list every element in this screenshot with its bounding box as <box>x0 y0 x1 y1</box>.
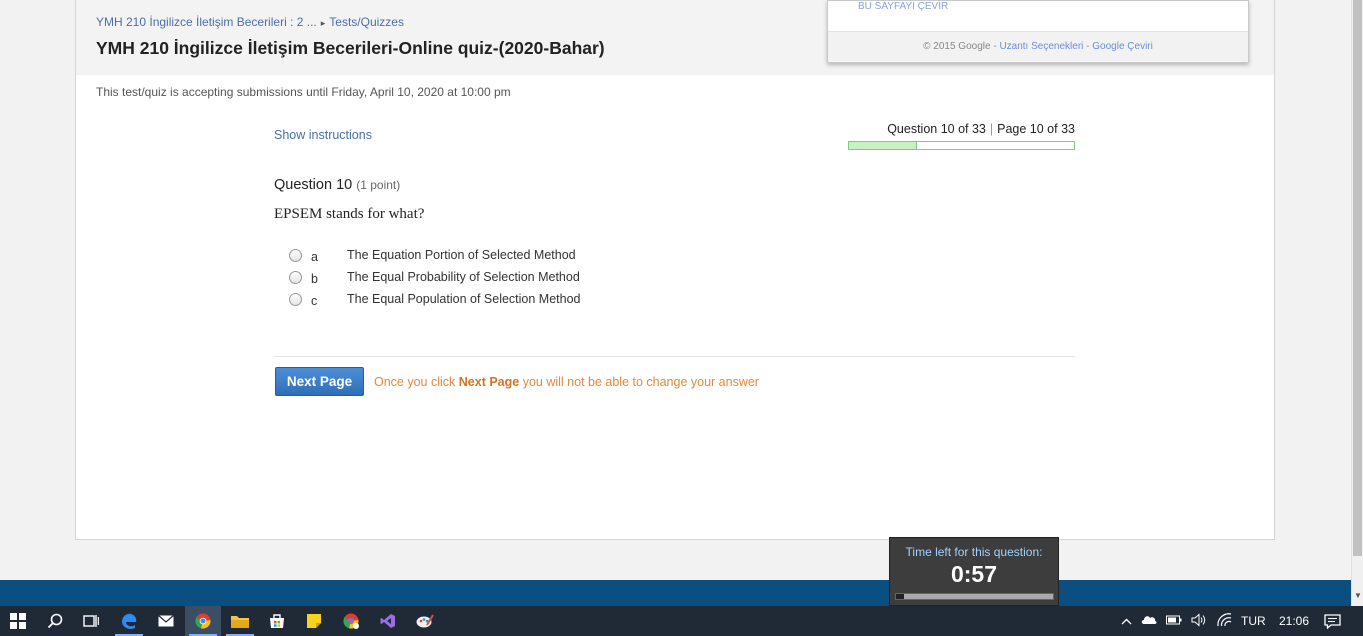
radio-button[interactable] <box>289 249 302 262</box>
windows-start-icon[interactable] <box>0 606 36 636</box>
footer-dash: - <box>1086 41 1090 52</box>
answer-option-c[interactable]: c The Equal Population of Selection Meth… <box>289 291 609 309</box>
chrome-icon[interactable] <box>185 606 221 636</box>
question-heading: Question 10 (1 point) <box>274 177 400 193</box>
page-title: YMH 210 İngilizce İletişim Becerileri-On… <box>96 38 605 58</box>
option-text: The Equal Population of Selection Method <box>347 292 581 306</box>
option-letter: b <box>311 272 318 286</box>
radio-button[interactable] <box>289 293 302 306</box>
timer-progress-fill <box>896 594 904 599</box>
file-explorer-icon[interactable] <box>222 606 258 636</box>
search-icon[interactable] <box>37 606 73 636</box>
progress-fill <box>849 142 918 149</box>
timer-label: Time left for this question: <box>905 545 1043 559</box>
edge-icon[interactable] <box>111 606 147 636</box>
paint-icon[interactable] <box>407 606 443 636</box>
site-footer <box>0 580 1351 606</box>
show-instructions-link[interactable]: Show instructions <box>274 128 372 142</box>
volume-icon[interactable] <box>1191 612 1207 630</box>
breadcrumb: YMH 210 İngilizce İletişim Becerileri : … <box>96 15 404 29</box>
answer-option-a[interactable]: a The Equation Portion of Selected Metho… <box>289 247 609 265</box>
breadcrumb-course-link[interactable]: YMH 210 İngilizce İletişim Becerileri : … <box>96 15 317 29</box>
translate-page-link[interactable]: BU SAYFAYI ÇEVİR <box>858 1 948 12</box>
timer-value: 0:57 <box>950 561 998 587</box>
counter-separator: | <box>989 122 994 136</box>
scroll-down-arrow-icon[interactable]: ▼ <box>1354 591 1362 600</box>
clock[interactable]: 21:06 <box>1279 606 1309 636</box>
translate-panel-footer: © 2015 Google - Uzantı Seçenekleri - Goo… <box>828 31 1248 62</box>
store-icon[interactable] <box>259 606 295 636</box>
page-count: Page 10 of 33 <box>997 122 1075 136</box>
input-language[interactable]: TUR <box>1241 614 1266 628</box>
sticky-notes-icon[interactable] <box>296 606 332 636</box>
show-hidden-icons-icon[interactable] <box>1121 614 1132 628</box>
battery-icon[interactable] <box>1166 614 1182 628</box>
next-page-button[interactable]: Next Page <box>275 367 364 396</box>
task-view-icon[interactable] <box>73 606 109 636</box>
system-tray: TUR <box>1121 606 1266 636</box>
breadcrumb-separator: ▸ <box>320 18 326 28</box>
extension-options-link[interactable]: Uzantı Seçenekleri <box>999 41 1083 52</box>
visual-studio-icon[interactable] <box>370 606 406 636</box>
option-letter: c <box>311 294 318 308</box>
question-label: Question 10 <box>274 177 353 193</box>
question-points: (1 point) <box>356 178 401 192</box>
quiz-card: YMH 210 İngilizce İletişim Becerileri : … <box>75 0 1275 540</box>
option-text: The Equation Portion of Selected Method <box>347 248 576 262</box>
quiz-progress-bar <box>848 141 1075 150</box>
chrome-alt-icon[interactable] <box>333 606 369 636</box>
answer-option-b[interactable]: b The Equal Probability of Selection Met… <box>289 269 609 287</box>
wifi-icon[interactable] <box>1216 612 1232 630</box>
warning-emphasis: Next Page <box>458 375 520 389</box>
option-text: The Equal Probability of Selection Metho… <box>347 270 580 284</box>
google-translate-panel: BU SAYFAYI ÇEVİR © 2015 Google - Uzantı … <box>827 0 1249 63</box>
breadcrumb-tests-link[interactable]: Tests/Quizzes <box>329 15 404 29</box>
clock-time: 21:06 <box>1279 614 1310 628</box>
divider <box>274 356 1075 357</box>
onedrive-icon[interactable] <box>1141 614 1157 628</box>
mail-icon[interactable] <box>148 606 184 636</box>
next-page-warning: Once you click Next Page you will not be… <box>374 375 759 389</box>
windows-taskbar: TUR 21:06 <box>0 606 1363 636</box>
question-count: Question 10 of 33 <box>887 122 986 136</box>
question-counter: Question 10 of 33 | Page 10 of 33 <box>887 122 1075 136</box>
question-text: EPSEM stands for what? <box>274 206 425 222</box>
vertical-scrollbar[interactable]: ▼ <box>1351 0 1363 606</box>
translate-copyright: © 2015 Google - <box>923 41 997 52</box>
question-timer: Time left for this question: 0:57 <box>889 537 1059 606</box>
radio-button[interactable] <box>289 271 302 284</box>
warning-prefix: Once you click <box>374 375 456 389</box>
timer-progress-bar <box>895 593 1054 600</box>
availability-notice: This test/quiz is accepting submissions … <box>96 85 511 99</box>
scrollbar-thumb[interactable] <box>1353 0 1362 556</box>
option-letter: a <box>311 250 318 264</box>
warning-suffix: you will not be able to change your answ… <box>522 375 759 389</box>
google-translate-link[interactable]: Google Çeviri <box>1092 41 1153 52</box>
action-center-icon[interactable] <box>1324 606 1341 636</box>
